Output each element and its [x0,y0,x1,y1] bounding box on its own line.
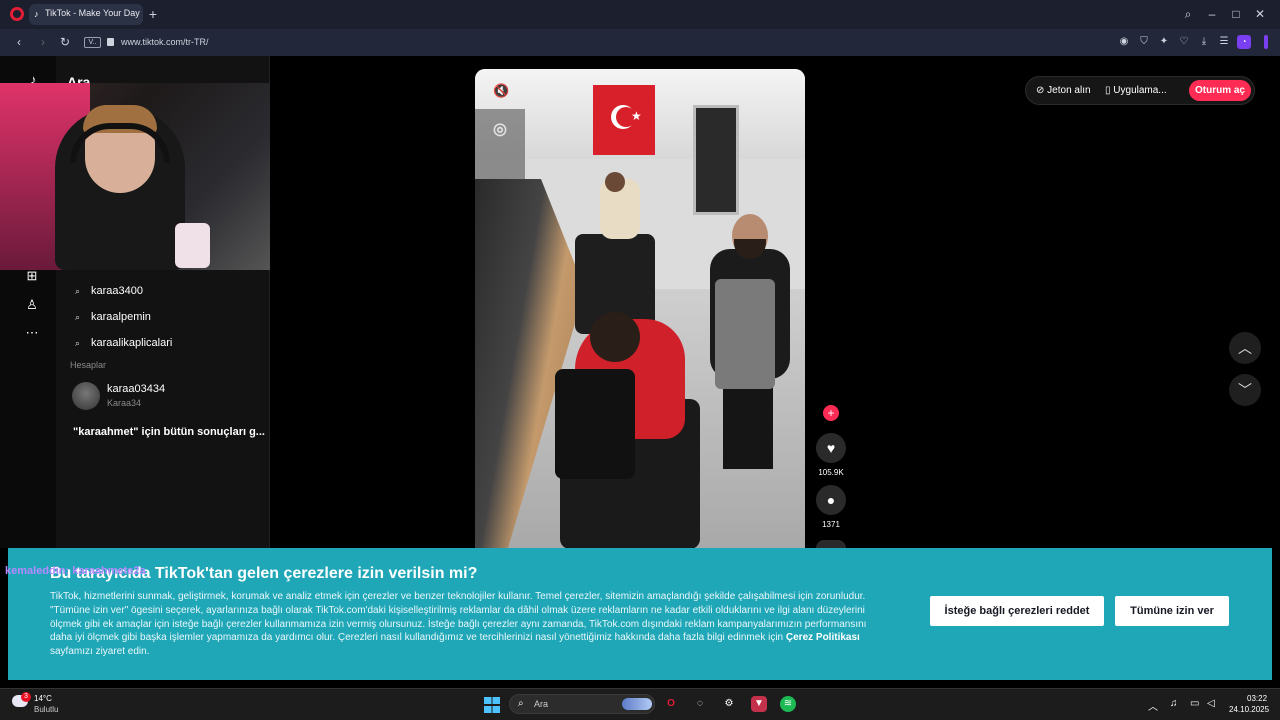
accept-all-cookies-button[interactable]: Tümüne izin ver [1115,596,1229,626]
app-taskbar-icon[interactable]: ◌ [692,696,708,712]
network-icon[interactable]: ▭ [1190,698,1199,709]
next-video-button[interactable]: ﹀ [1229,374,1261,406]
profile-nav-icon[interactable]: ♙ [24,297,40,313]
accounts-label: Hesaplar [70,360,107,370]
clock-time[interactable]: 03:22 [1247,694,1267,703]
search-highlight-art [622,698,652,710]
opera-logo-icon[interactable] [10,7,24,21]
close-window-button[interactable]: ✕ [1252,6,1268,22]
scene-door [693,105,739,215]
barber-apron [715,279,775,389]
flag-star-icon: ★ [631,109,642,123]
follow-plus-button[interactable]: + [823,405,839,421]
opera-taskbar-icon[interactable]: O [663,696,679,712]
lock-icon[interactable] [107,38,114,46]
avatar[interactable] [72,382,100,410]
login-button[interactable]: Oturum aç [1189,80,1251,101]
all-results-link[interactable]: "karaahmet" için bütün sonuçları g... [73,426,265,438]
more-icon[interactable]: ⋯ [24,325,40,341]
account-handle: Karaa34 [107,398,142,408]
stream-chat-overlay: kemaleddin: karaahmete2a [5,565,146,577]
comment-icon: ● [826,492,836,508]
weather-badge: 3 [21,692,31,702]
video-watermark-logo: ◎ [493,121,507,138]
previous-video-button[interactable]: ︿ [1229,332,1261,364]
menu-icon[interactable]: ☰ [1218,36,1230,48]
suggestion-item[interactable]: ⌕ karaa3400 [75,285,143,297]
browser-tab[interactable]: ♪ TikTok - Make Your Day [29,4,143,25]
upload-icon[interactable]: ⊞ [24,268,40,284]
url-field[interactable]: www.tiktok.com/tr-TR/ [121,37,209,47]
reject-optional-cookies-button[interactable]: İsteğe bağlı çerezleri reddet [930,596,1104,626]
microphone-icon[interactable]: ♫ [1170,698,1178,709]
browser-tab-bar [0,0,1280,29]
tray-overflow-icon[interactable]: ︿ [1148,698,1158,713]
webcam-overlay [0,83,270,270]
steam-taskbar-icon[interactable]: ⚙ [721,696,737,712]
extension-icon[interactable]: ✦ [1158,36,1170,48]
heart-bookmark-icon[interactable]: ♡ [1178,36,1190,48]
like-button[interactable]: ♥ [816,433,846,463]
heart-icon: ♥ [826,440,836,456]
cookie-body: TikTok, hizmetlerini sunmak, geliştirmek… [50,591,867,658]
like-count: 105.9K [818,468,844,477]
video-player[interactable]: ★ 🔇 ◎ [475,69,805,548]
account-name[interactable]: karaa03434 [107,383,165,395]
weather-temperature[interactable]: 14°C [34,694,52,703]
sidebar-accent [1264,35,1268,49]
forward-button[interactable]: › [36,35,50,49]
search-icon: ⌕ [75,312,81,322]
bottle [175,223,210,268]
client-head [590,312,640,362]
get-coins-link[interactable]: ⊘ Jeton alın [1036,85,1091,96]
clock-date[interactable]: 24.10.2025 [1229,705,1269,714]
spotify-taskbar-icon[interactable]: ≋ [780,696,796,712]
suggestion-item[interactable]: ⌕ karaalpemin [75,311,151,323]
taskbar-search[interactable]: ⌕ Ara [509,694,655,714]
profile-icon[interactable]: ◔ [1237,35,1251,49]
chevron-up-icon: ︿ [1238,340,1252,356]
seated-customer-head [605,172,625,192]
get-app-link[interactable]: ▯ Uygulama... [1105,85,1167,96]
comment-count: 1371 [822,520,840,529]
coin-icon: ⊘ [1036,85,1048,96]
vpn-badge[interactable]: V.. [84,37,101,48]
reload-button[interactable]: ↻ [58,35,72,49]
bookmark-button[interactable] [816,540,846,548]
cookie-policy-link[interactable]: Çerez Politikası [786,632,860,643]
taskbar-search-placeholder: Ara [534,699,549,709]
volume-icon[interactable]: ◁ [1207,698,1215,709]
app-taskbar-icon[interactable]: ▼ [751,696,767,712]
weather-description[interactable]: Bulutlu [34,705,58,714]
search-icon: ⌕ [75,338,81,348]
search-icon: ⌕ [518,698,524,709]
barber-legs [723,379,773,469]
turkish-flag: ★ [593,85,655,155]
minimize-button[interactable]: – [1204,6,1220,22]
maximize-button[interactable]: □ [1228,6,1244,22]
download-icon[interactable]: ⤓ [1198,36,1210,48]
chevron-down-icon: ﹀ [1238,382,1252,398]
windows-start-icon[interactable] [484,697,500,713]
mute-icon[interactable]: 🔇 [493,83,509,99]
new-tab-button[interactable]: + [146,6,160,22]
barber-cape [555,369,635,479]
camera-icon[interactable]: ◉ [1118,36,1130,48]
search-tabs-icon[interactable]: ⌕ [1180,6,1196,22]
back-button[interactable]: ‹ [12,35,26,49]
shield-icon[interactable]: ⛉ [1138,36,1150,48]
suggestion-item[interactable]: ⌕ karaalikaplicalari [75,337,172,349]
cookie-banner: Bu tarayıcıda TikTok'tan gelen çerezlere… [8,548,1272,680]
comment-button[interactable]: ● [816,485,846,515]
tiktok-favicon-icon: ♪ [34,9,39,19]
search-icon: ⌕ [75,286,81,296]
tab-title: TikTok - Make Your Day [45,8,140,18]
